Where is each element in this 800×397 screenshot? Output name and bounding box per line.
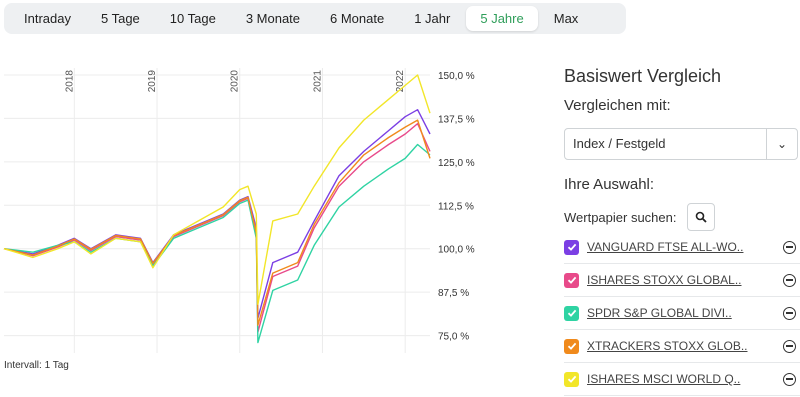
- chevron-down-icon[interactable]: ⌄: [766, 129, 797, 159]
- checkmark-icon: [567, 243, 576, 251]
- selected-item: ISHARES MSCI WORLD Q..: [564, 363, 800, 396]
- compare-label: Vergleichen mit:: [564, 97, 671, 114]
- y-tick-label: 137,5 %: [438, 114, 475, 125]
- tab-6-months[interactable]: 6 Monate: [316, 6, 398, 31]
- selection-label: Ihre Auswahl:: [564, 176, 655, 193]
- series-line: [3, 122, 431, 333]
- series-line: [3, 119, 431, 326]
- checkbox[interactable]: [564, 305, 579, 321]
- series-line: [3, 109, 431, 319]
- selected-item-label[interactable]: ISHARES MSCI WORLD Q..: [587, 372, 783, 386]
- checkbox[interactable]: [564, 239, 579, 255]
- tab-5-years[interactable]: 5 Jahre: [466, 6, 538, 31]
- y-tick-label: 125,0 %: [438, 158, 475, 169]
- panel-title: Basiswert Vergleich: [564, 66, 722, 86]
- checkbox[interactable]: [564, 338, 579, 354]
- search-label: Wertpapier suchen:: [564, 209, 677, 225]
- selected-item: ISHARES STOXX GLOBAL..: [564, 264, 800, 297]
- x-tick-label: 2019: [147, 70, 158, 93]
- x-tick-label: 2021: [312, 70, 323, 93]
- selected-items-list: VANGUARD FTSE ALL-WO.. ISHARES STOXX GLOB…: [564, 231, 800, 396]
- selected-item: XTRACKERS STOXX GLOB..: [564, 330, 800, 363]
- tab-intraday[interactable]: Intraday: [10, 6, 85, 31]
- y-tick-label: 87,5 %: [438, 288, 469, 299]
- search-icon: [695, 211, 707, 223]
- x-tick-label: 2020: [230, 70, 241, 93]
- series-line: [3, 74, 431, 306]
- y-tick-label: 150,0 %: [438, 71, 475, 82]
- remove-icon[interactable]: [783, 273, 796, 287]
- selected-item-label[interactable]: VANGUARD FTSE ALL-WO..: [587, 240, 783, 254]
- remove-icon[interactable]: [783, 339, 796, 353]
- y-tick-label: 100,0 %: [438, 245, 475, 256]
- remove-icon[interactable]: [783, 240, 796, 254]
- selected-item-label[interactable]: XTRACKERS STOXX GLOB..: [587, 339, 783, 353]
- checkmark-icon: [567, 276, 576, 284]
- tab-3-months[interactable]: 3 Monate: [232, 6, 314, 31]
- checkmark-icon: [567, 375, 576, 383]
- selected-item: SPDR S&P GLOBAL DIVI..: [564, 297, 800, 330]
- comparison-panel: Basiswert Vergleich Vergleichen mit: Ind…: [564, 66, 800, 396]
- tab-max[interactable]: Max: [540, 6, 593, 31]
- search-row: Wertpapier suchen:: [564, 203, 800, 231]
- y-tick-label: 75,0 %: [438, 332, 469, 343]
- checkmark-icon: [567, 309, 576, 317]
- search-button[interactable]: [686, 203, 715, 231]
- time-range-tabs: Intraday 5 Tage 10 Tage 3 Monate 6 Monat…: [4, 3, 626, 34]
- remove-icon[interactable]: [783, 306, 796, 320]
- remove-icon[interactable]: [783, 372, 796, 386]
- tab-10-days[interactable]: 10 Tage: [156, 6, 230, 31]
- selected-item-label[interactable]: SPDR S&P GLOBAL DIVI..: [587, 306, 783, 320]
- performance-chart[interactable]: 150,0 % 137,5 % 125,0 % 112,5 % 100,0 % 87,5 …: [0, 58, 490, 358]
- checkbox[interactable]: [564, 272, 579, 288]
- tab-1-year[interactable]: 1 Jahr: [400, 6, 464, 31]
- selected-item-label[interactable]: ISHARES STOXX GLOBAL..: [587, 273, 783, 287]
- series-line: [3, 143, 431, 344]
- interval-label: Intervall: 1 Tag: [4, 360, 69, 371]
- compare-select-value: Index / Festgeld: [573, 136, 666, 151]
- chart-svg[interactable]: 150,0 % 137,5 % 125,0 % 112,5 % 100,0 % 87,5 …: [0, 58, 490, 358]
- y-tick-label: 112,5 %: [438, 201, 474, 212]
- x-tick-label: 2018: [64, 70, 75, 93]
- tab-5-days[interactable]: 5 Tage: [87, 6, 154, 31]
- selected-item: VANGUARD FTSE ALL-WO..: [564, 231, 800, 264]
- checkmark-icon: [567, 342, 576, 350]
- checkbox[interactable]: [564, 371, 579, 387]
- compare-select[interactable]: Index / Festgeld ⌄: [564, 128, 798, 160]
